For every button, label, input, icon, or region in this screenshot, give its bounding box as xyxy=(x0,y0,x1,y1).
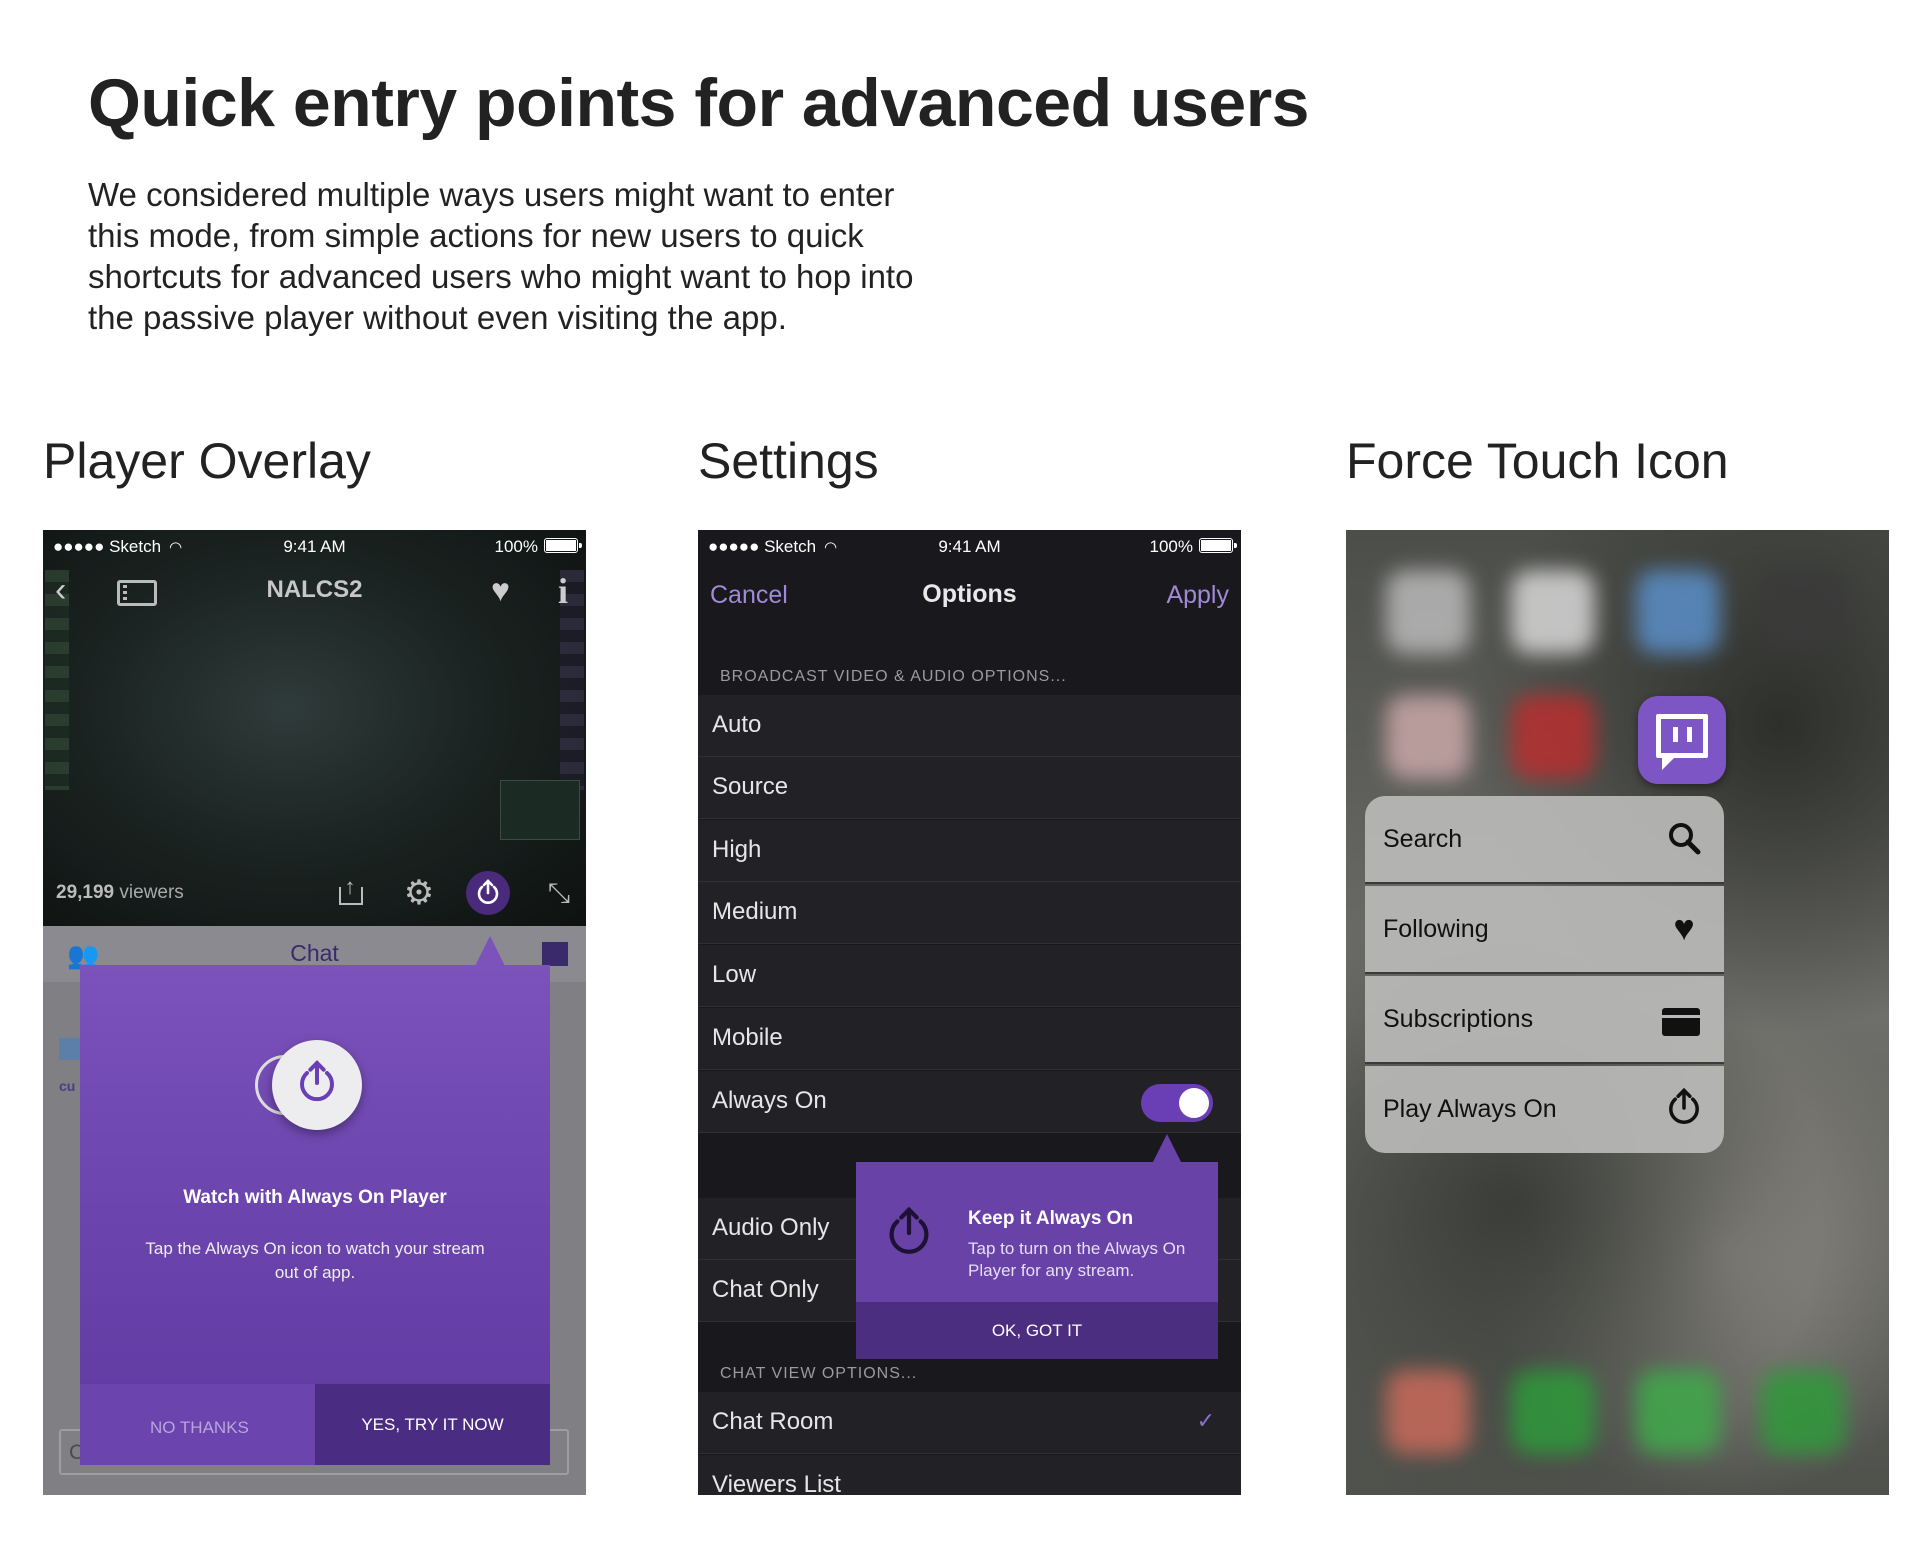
quick-action-label: Following xyxy=(1383,915,1489,943)
always-on-badge xyxy=(272,1040,362,1130)
tooltip-body: Tap to turn on the Always On Player for … xyxy=(968,1239,1186,1280)
blurred-app-icon xyxy=(1636,1370,1720,1454)
quick-actions-menu: Search Following ♥ Subscriptions Play Al… xyxy=(1365,796,1724,1153)
always-on-label: Always On xyxy=(712,1087,827,1114)
quick-action-label: Search xyxy=(1383,825,1463,853)
quality-row[interactable]: Medium xyxy=(698,882,1241,944)
tooltip-pointer xyxy=(1153,1134,1181,1162)
apply-button[interactable]: Apply xyxy=(1166,581,1229,610)
blurred-app-icon xyxy=(1386,1370,1470,1454)
video-player[interactable]: ‹ NALCS2 ♥ i 29,199 viewers ↑ ⚙ ⤡ xyxy=(43,530,586,926)
power-icon xyxy=(889,1206,929,1254)
quick-action-label: Subscriptions xyxy=(1383,1005,1534,1033)
quick-action-search[interactable]: Search xyxy=(1365,796,1724,884)
quality-row[interactable]: Auto xyxy=(698,695,1241,757)
blurred-app-icon xyxy=(1511,695,1595,779)
section-title-player-overlay: Player Overlay xyxy=(43,433,371,489)
blurred-app-icon xyxy=(1386,570,1470,654)
intro-line: this mode, from simple actions for new u… xyxy=(88,217,864,254)
battery-icon xyxy=(1199,538,1237,553)
always-on-tooltip: Keep it Always On Tap to turn on the Alw… xyxy=(856,1162,1218,1359)
intro-line: the passive player without even visiting… xyxy=(88,299,787,336)
power-icon xyxy=(1662,1086,1706,1130)
tooltip-title: Keep it Always On xyxy=(968,1208,1134,1229)
blurred-app-icon xyxy=(1511,570,1595,654)
options-nav-bar: Cancel Options Apply xyxy=(698,563,1241,623)
twitch-glitch-icon xyxy=(1656,714,1708,758)
status-bar: ●●●●● Sketch ◠ 9:41 AM 100% xyxy=(698,530,1241,563)
player-toolbar: ‹ NALCS2 ♥ i xyxy=(43,570,586,612)
chat-square-icon[interactable] xyxy=(542,942,568,966)
quality-row[interactable]: Low xyxy=(698,945,1241,1007)
heart-icon: ♥ xyxy=(1673,907,1695,948)
overlay-body: Tap the Always On icon to watch your str… xyxy=(145,1239,485,1282)
blurred-app-icon xyxy=(1636,570,1720,654)
blurred-app-icon xyxy=(1386,695,1470,779)
blurred-app-icon xyxy=(1761,570,1845,654)
search-icon xyxy=(1662,816,1706,860)
gear-icon[interactable]: ⚙ xyxy=(399,873,439,913)
game-minimap xyxy=(500,780,580,840)
power-icon xyxy=(477,879,499,904)
nav-title: Options xyxy=(922,580,1017,608)
page-title: Quick entry points for advanced users xyxy=(88,65,1309,141)
info-icon[interactable]: i xyxy=(558,570,568,612)
settings-phone: ●●●●● Sketch ◠ 9:41 AM 100% Cancel Option… xyxy=(698,530,1241,1495)
viewer-count-number: 29,199 xyxy=(56,882,115,903)
viewers-list-row[interactable]: Viewers List xyxy=(698,1455,1241,1495)
overlay-pointer xyxy=(475,936,505,966)
viewer-count-label: viewers xyxy=(119,882,184,903)
section-title-force-touch: Force Touch Icon xyxy=(1346,433,1729,489)
always-on-power-button[interactable] xyxy=(466,871,510,915)
broadcast-section-header: BROADCAST VIDEO & AUDIO OPTIONS... xyxy=(720,668,1067,685)
intro-paragraph: We considered multiple ways users might … xyxy=(88,174,988,338)
quality-row[interactable]: Mobile xyxy=(698,1008,1241,1070)
quality-row[interactable]: High xyxy=(698,820,1241,882)
quality-row[interactable]: Source xyxy=(698,757,1241,819)
section-title-settings: Settings xyxy=(698,433,879,489)
quick-action-subscriptions[interactable]: Subscriptions xyxy=(1365,976,1724,1064)
blurred-app-icon xyxy=(1761,1370,1845,1454)
chat-username: cu xyxy=(59,1078,76,1094)
status-bar: ●●●●● Sketch ◠ 9:41 AM 100% xyxy=(43,530,586,563)
always-on-intro-overlay: Watch with Always On Player Tap the Alwa… xyxy=(80,965,550,1465)
quick-action-label: Play Always On xyxy=(1383,1095,1557,1123)
yes-try-it-now-button[interactable]: YES, TRY IT NOW xyxy=(315,1384,550,1465)
intro-line: We considered multiple ways users might … xyxy=(88,176,895,213)
crown-badge-icon xyxy=(59,1038,81,1060)
battery-percent: 100% xyxy=(494,537,538,556)
battery-percent: 100% xyxy=(1149,537,1193,556)
chat-room-row[interactable]: Chat Room ✓ xyxy=(698,1392,1241,1454)
always-on-row[interactable]: Always On xyxy=(698,1071,1241,1133)
quick-action-play-always-on[interactable]: Play Always On xyxy=(1365,1066,1724,1153)
heart-icon[interactable]: ♥ xyxy=(491,572,510,609)
overlay-title: Watch with Always On Player xyxy=(183,1187,447,1208)
fullscreen-icon[interactable]: ⤡ xyxy=(539,873,579,913)
twitch-app-icon[interactable] xyxy=(1638,696,1726,784)
no-thanks-button[interactable]: NO THANKS xyxy=(80,1384,315,1465)
battery-icon xyxy=(544,538,582,553)
ok-got-it-button[interactable]: OK, GOT IT xyxy=(856,1302,1218,1359)
viewer-count: 29,199 viewers xyxy=(56,882,184,904)
player-overlay-phone: ‹ NALCS2 ♥ i 29,199 viewers ↑ ⚙ ⤡ ●●●●● … xyxy=(43,530,586,1495)
force-touch-phone: Search Following ♥ Subscriptions Play Al… xyxy=(1346,530,1889,1495)
intro-line: shortcuts for advanced users who might w… xyxy=(88,258,914,295)
blurred-app-icon xyxy=(1511,1370,1595,1454)
chat-room-label: Chat Room xyxy=(712,1408,834,1435)
always-on-toggle[interactable] xyxy=(1141,1084,1213,1122)
power-icon xyxy=(300,1060,334,1102)
checkmark-icon: ✓ xyxy=(1196,1408,1215,1433)
share-icon[interactable]: ↑ xyxy=(330,873,370,913)
quick-action-following[interactable]: Following ♥ xyxy=(1365,886,1724,974)
chat-section-header: CHAT VIEW OPTIONS... xyxy=(720,1365,918,1382)
card-icon xyxy=(1662,1008,1700,1036)
